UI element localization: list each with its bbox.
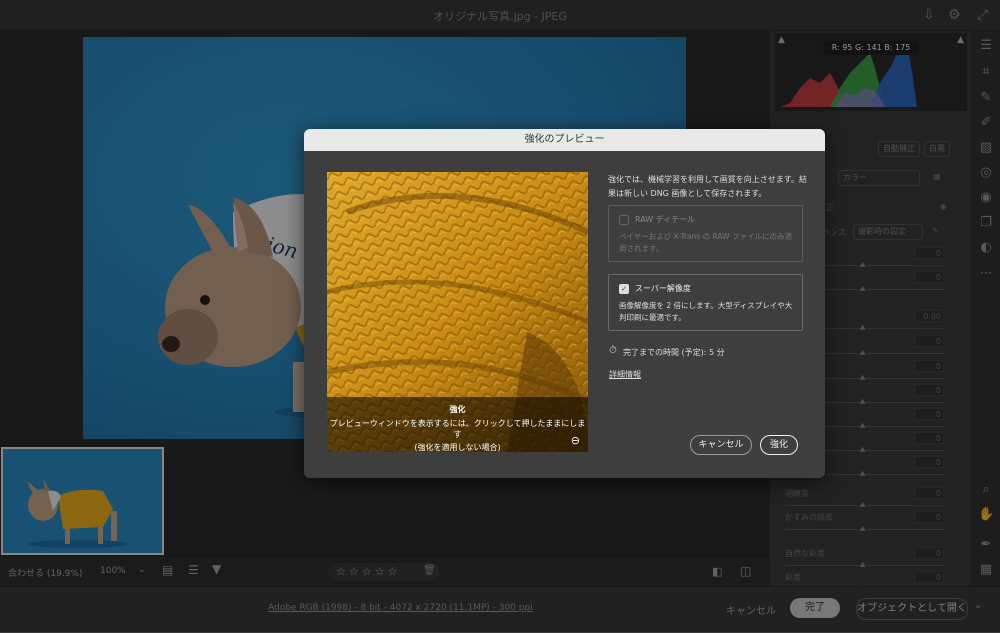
caption-title: 強化 — [449, 405, 466, 414]
enhance-preview-dialog: 強化のプレビュー 強化 プレビューウィンドウを表示するには、クリックして押したま… — [304, 129, 825, 478]
raw-details-desc: ベイヤーおよび X-Trans の RAW ファイルにのみ適用されます。 — [619, 232, 792, 253]
zoom-out-icon[interactable]: ⊖ — [571, 434, 580, 447]
super-resolution-desc: 画像解像度を 2 倍にします。大型ディスプレイや大判印刷に最適です。 — [619, 301, 793, 322]
caption-line-2: (強化を適用しない場合) — [414, 443, 501, 452]
super-resolution-option: ✓ スーパー解像度 画像解像度を 2 倍にします。大型ディスプレイや大判印刷に最… — [608, 274, 803, 331]
dialog-title: 強化のプレビュー — [304, 129, 825, 151]
super-resolution-title: スーパー解像度 — [635, 284, 691, 293]
caption-line-1: プレビューウィンドウを表示するには、クリックして押したままにします — [329, 419, 586, 439]
raw-details-option: RAW ディテール ベイヤーおよび X-Trans の RAW ファイルにのみ適… — [608, 205, 803, 262]
timer-icon: ⏱ — [609, 345, 617, 356]
enhance-button[interactable]: 強化 — [760, 435, 798, 455]
raw-details-checkbox[interactable] — [619, 215, 629, 225]
preview-caption: 強化 プレビューウィンドウを表示するには、クリックして押したままにします (強化… — [327, 397, 588, 452]
super-resolution-checkbox[interactable]: ✓ — [619, 284, 629, 294]
estimated-time: 完了までの時間 (予定): 5 分 — [623, 348, 725, 357]
raw-details-title: RAW ディテール — [635, 215, 696, 224]
dialog-cancel-button[interactable]: キャンセル — [690, 435, 752, 455]
enhance-preview-image[interactable]: 強化 プレビューウィンドウを表示するには、クリックして押したままにします (強化… — [327, 172, 588, 452]
dialog-description: 強化では、機械学習を利用して画質を向上させます。結果は新しい DNG 画像として… — [608, 175, 807, 198]
learn-more-link[interactable]: 詳細情報 — [609, 369, 641, 380]
